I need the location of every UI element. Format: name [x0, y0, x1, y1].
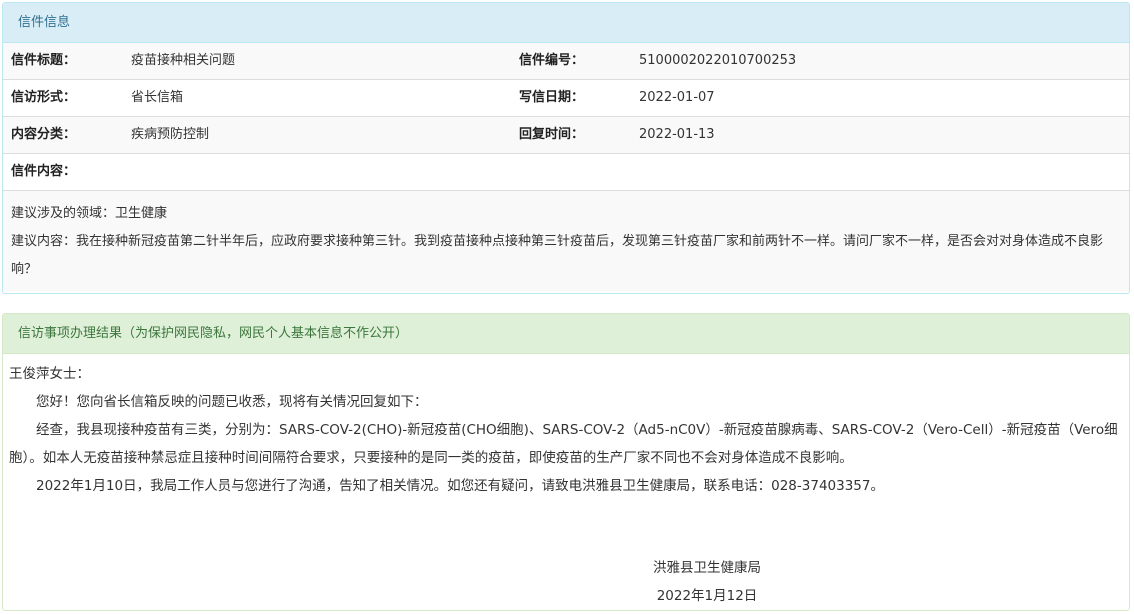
letter-info-heading: 信件信息 [3, 3, 1129, 43]
write-date-label: 写信日期： [519, 90, 585, 105]
reply-paragraph: 2022年1月10日，我局工作人员与您进行了沟通，告知了相关情况。如您还有疑问，… [36, 478, 884, 494]
reply-paragraph: 您好！您向省长信箱反映的问题已收悉，现将有关情况回复如下： [36, 394, 428, 410]
signature-date: 2022年1月12日 [656, 588, 758, 604]
reply-time-value: 2022-01-13 [639, 127, 715, 142]
form-label: 信访形式： [11, 90, 77, 105]
letter-number-label: 信件编号： [519, 53, 585, 68]
reply-panel: 信访事项办理结果（为保护网民隐私，网民个人基本信息不作公开） 王俊萍女士： 您好… [2, 313, 1130, 611]
letter-content: 建议涉及的领域：卫生健康 建议内容：我在接种新冠疫苗第二针半年后，应政府要求接种… [3, 191, 1129, 291]
category-label: 内容分类： [11, 127, 77, 142]
form-value: 省长信箱 [131, 90, 184, 105]
reply-paragraph: 经查，我县现接种疫苗有三类，分别为：SARS-COV-2(CHO)-新冠疫苗(C… [9, 422, 1118, 466]
write-date-value: 2022-01-07 [639, 90, 715, 105]
info-row-form: 信访形式： 省长信箱 写信日期： 2022-01-07 [3, 80, 1129, 117]
info-row-content: 信件内容： [3, 154, 1129, 191]
reply-salutation: 王俊萍女士： [9, 366, 90, 382]
letter-info-panel: 信件信息 信件标题： 疫苗接种相关问题 信件编号： 51000020220107… [2, 2, 1130, 294]
letter-number-value: 5100002022010700253 [639, 53, 797, 68]
content-suggestion-line: 建议内容：我在接种新冠疫苗第二针半年后，应政府要求接种第三针。我到疫苗接种点接种… [11, 234, 1104, 277]
reply-heading: 信访事项办理结果（为保护网民隐私，网民个人基本信息不作公开） [3, 314, 1129, 354]
reply-body: 王俊萍女士： 您好！您向省长信箱反映的问题已收悉，现将有关情况回复如下： 经查，… [3, 354, 1129, 500]
content-domain-line: 建议涉及的领域：卫生健康 [11, 206, 168, 221]
info-row-title: 信件标题： 疫苗接种相关问题 信件编号： 5100002022010700253 [3, 43, 1129, 80]
content-label: 信件内容： [11, 164, 77, 179]
info-row-category: 内容分类： 疾病预防控制 回复时间： 2022-01-13 [3, 117, 1129, 154]
title-label: 信件标题： [11, 53, 77, 68]
reply-time-label: 回复时间： [519, 127, 585, 142]
signature-org: 洪雅县卫生健康局 [653, 560, 761, 576]
category-value: 疾病预防控制 [131, 127, 210, 142]
title-value: 疫苗接种相关问题 [131, 53, 236, 68]
